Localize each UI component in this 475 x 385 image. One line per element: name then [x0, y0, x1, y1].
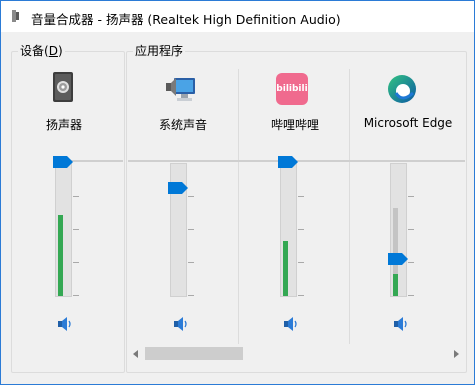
column-separator: [349, 69, 350, 344]
edge-peak-meter: [393, 274, 398, 296]
tick-mark: [188, 262, 194, 263]
tick-mark: [298, 196, 304, 197]
edge-icon[interactable]: [386, 73, 418, 105]
device-peak-meter: [58, 215, 63, 296]
app-name-bilibili: 哔哩哔哩: [270, 118, 319, 132]
device-volume-thumb[interactable]: [53, 156, 73, 168]
tick-mark: [408, 229, 414, 230]
bilibili-icon[interactable]: bilibili: [276, 73, 308, 105]
tick-mark: [408, 196, 414, 197]
bilibili-volume-thumb[interactable]: [278, 156, 298, 168]
device-group-label[interactable]: 设备(D): [18, 43, 65, 59]
tick-mark: [408, 295, 414, 296]
tick-mark: [73, 196, 79, 197]
tick-mark: [298, 295, 304, 296]
tick-mark: [188, 196, 194, 197]
speaker-device-icon[interactable]: [47, 71, 79, 103]
edge-volume-track[interactable]: [390, 163, 407, 297]
app-name-edge: Microsoft Edge: [363, 116, 453, 130]
bilibili-volume-track[interactable]: [280, 163, 297, 297]
system-sounds-volume-thumb[interactable]: [168, 182, 188, 194]
device-name: 扬声器: [45, 118, 82, 132]
scrollbar-thumb[interactable]: [145, 347, 243, 360]
chevron-left-icon: [132, 349, 138, 358]
title-bar: 音量合成器 - 扬声器 (Realtek High Definition Aud…: [1, 1, 474, 32]
bilibili-peak-meter: [283, 241, 288, 296]
tick-mark: [73, 229, 79, 230]
tick-mark: [73, 295, 79, 296]
system-sounds-icon[interactable]: [165, 73, 197, 105]
apps-horizontal-scrollbar[interactable]: [127, 345, 464, 362]
system-sounds-mute-button[interactable]: [173, 317, 189, 331]
column-separator: [238, 69, 239, 344]
device-mute-button[interactable]: [57, 317, 73, 331]
tick-mark: [188, 295, 194, 296]
edge-volume-thumb[interactable]: [388, 253, 408, 265]
tick-mark: [73, 262, 79, 263]
apps-group-label: 应用程序: [133, 43, 186, 59]
volume-mixer-window: 音量合成器 - 扬声器 (Realtek High Definition Aud…: [0, 0, 475, 385]
bilibili-mute-button[interactable]: [283, 317, 299, 331]
tick-mark: [408, 262, 414, 263]
speaker-title-icon: [12, 10, 19, 22]
scroll-left-button[interactable]: [127, 345, 144, 362]
device-volume-track[interactable]: [55, 163, 72, 297]
scroll-right-button[interactable]: [447, 345, 464, 362]
window-title: 音量合成器 - 扬声器 (Realtek High Definition Aud…: [31, 12, 341, 27]
tick-mark: [188, 229, 194, 230]
tick-mark: [298, 262, 304, 263]
app-name-system-sounds: 系统声音: [158, 118, 207, 132]
tick-mark: [298, 229, 304, 230]
chevron-right-icon: [453, 349, 459, 358]
edge-mute-button[interactable]: [393, 317, 409, 331]
